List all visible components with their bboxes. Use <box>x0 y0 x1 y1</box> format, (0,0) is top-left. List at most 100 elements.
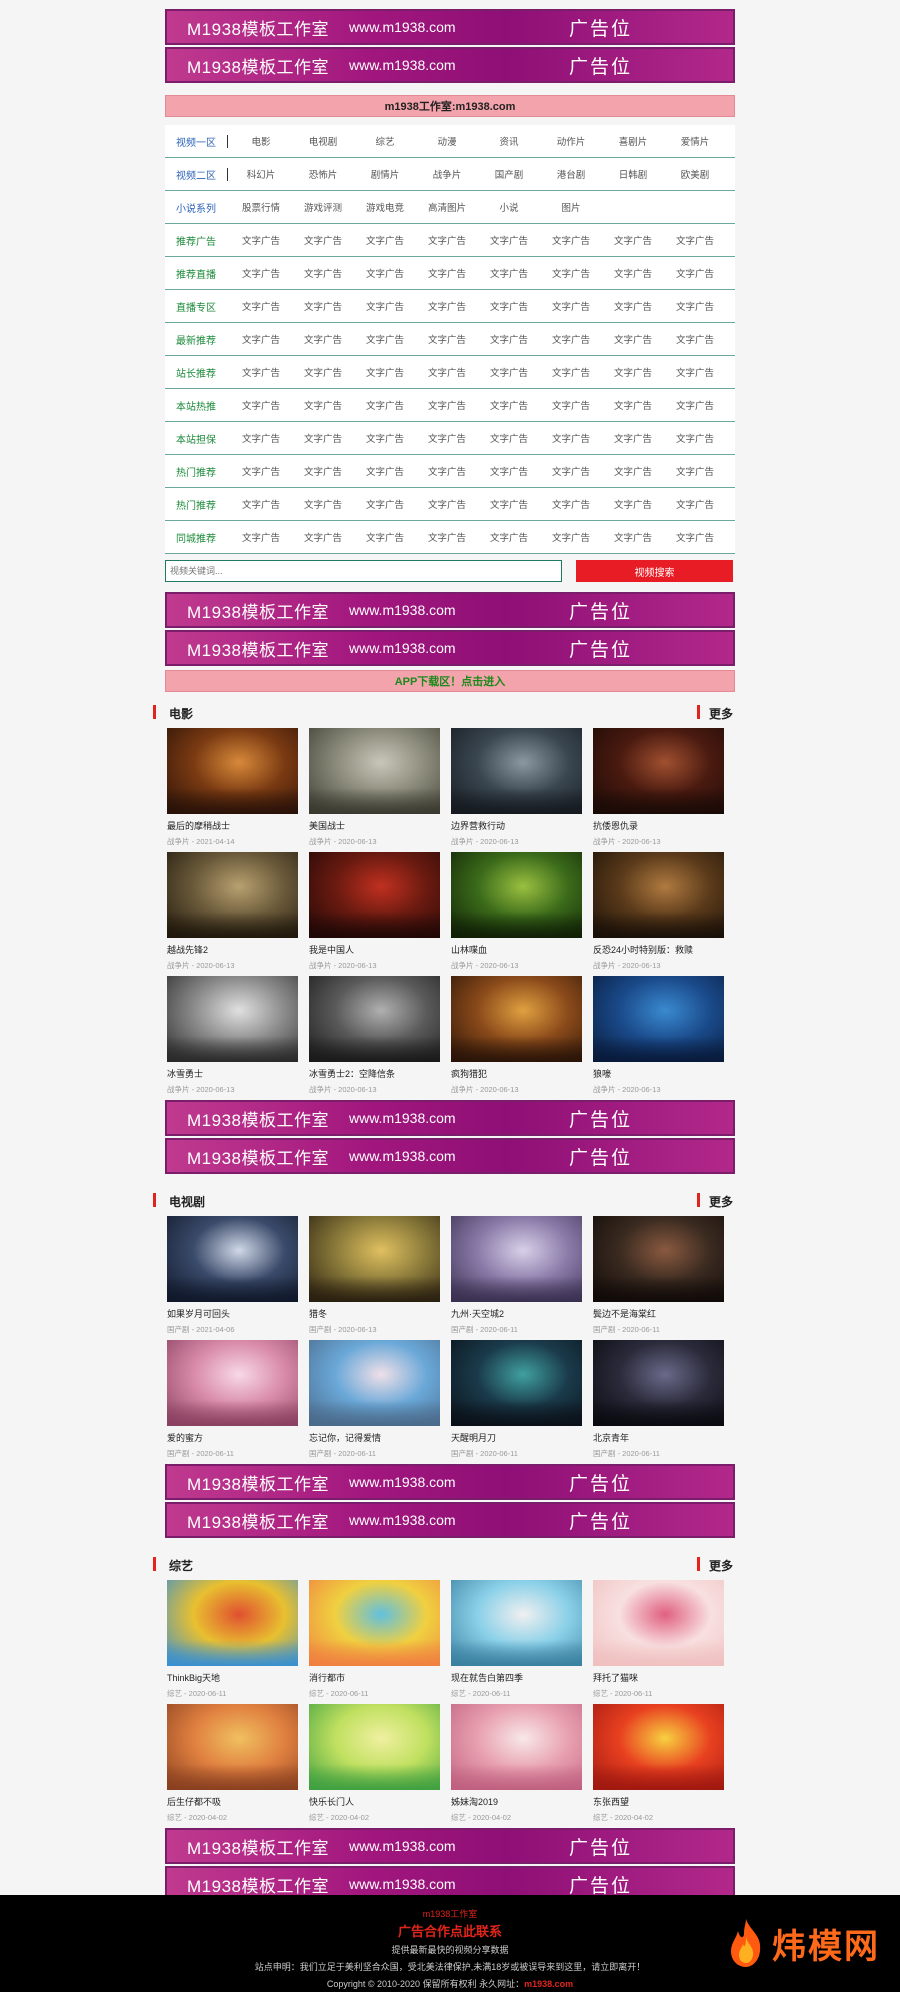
section-more-link[interactable]: 更多 <box>696 1556 735 1574</box>
video-poster[interactable] <box>167 1216 298 1302</box>
nav-link[interactable]: 文字广告 <box>664 332 726 346</box>
video-title[interactable]: 拜托了猫咪 <box>593 1671 724 1684</box>
video-card[interactable]: 天醒明月刀 国产剧 - 2020-06-11 <box>451 1340 582 1464</box>
nav-link[interactable]: 文字广告 <box>354 464 416 478</box>
video-title[interactable]: 北京青年 <box>593 1431 724 1444</box>
video-card[interactable]: 忘记你，记得爱情 国产剧 - 2020-06-11 <box>309 1340 440 1464</box>
nav-link[interactable]: 文字广告 <box>478 299 540 313</box>
video-title[interactable]: 消行都市 <box>309 1671 440 1684</box>
video-card[interactable]: 如果岁月可回头 国产剧 - 2021-04-06 <box>167 1216 298 1340</box>
nav-link[interactable]: 文字广告 <box>540 431 602 445</box>
nav-link[interactable]: 恐怖片 <box>292 167 354 181</box>
nav-link[interactable]: 文字广告 <box>602 530 664 544</box>
nav-link[interactable]: 文字广告 <box>664 365 726 379</box>
nav-link[interactable]: 文字广告 <box>230 332 292 346</box>
nav-link[interactable]: 文字广告 <box>602 299 664 313</box>
section-more-link[interactable]: 更多 <box>696 1192 735 1210</box>
nav-link[interactable]: 游戏电竞 <box>354 200 416 214</box>
video-poster[interactable] <box>309 728 440 814</box>
video-poster[interactable] <box>309 1704 440 1790</box>
search-input[interactable] <box>165 560 562 582</box>
video-poster[interactable] <box>167 728 298 814</box>
nav-link[interactable]: 文字广告 <box>354 266 416 280</box>
nav-link[interactable]: 文字广告 <box>602 398 664 412</box>
nav-link[interactable]: 文字广告 <box>478 332 540 346</box>
video-poster[interactable] <box>309 1216 440 1302</box>
video-title[interactable]: 边界营救行动 <box>451 819 582 832</box>
video-card[interactable]: 反恐24小时特别版：救赎 战争片 - 2020-06-13 <box>593 852 724 976</box>
nav-link[interactable]: 文字广告 <box>292 431 354 445</box>
video-title[interactable]: 山林喋血 <box>451 943 582 956</box>
footer-url[interactable]: m1938.com <box>524 1979 573 1989</box>
nav-link[interactable]: 文字广告 <box>664 497 726 511</box>
nav-link[interactable]: 文字广告 <box>416 497 478 511</box>
nav-link[interactable]: 动作片 <box>540 134 602 148</box>
nav-link[interactable]: 文字广告 <box>478 497 540 511</box>
video-card[interactable]: 九州·天空城2 国产剧 - 2020-06-11 <box>451 1216 582 1340</box>
ad-banner[interactable]: M1938模板工作室 www.m1938.com 广告位 <box>165 1502 735 1538</box>
video-poster[interactable] <box>309 852 440 938</box>
video-card[interactable]: 疯狗猎犯 战争片 - 2020-06-13 <box>451 976 582 1100</box>
video-card[interactable]: 北京青年 国产剧 - 2020-06-11 <box>593 1340 724 1464</box>
video-card[interactable]: 山林喋血 战争片 - 2020-06-13 <box>451 852 582 976</box>
nav-link[interactable]: 文字广告 <box>292 530 354 544</box>
nav-category-label[interactable]: 站长推荐 <box>165 365 227 380</box>
nav-link[interactable]: 文字广告 <box>602 431 664 445</box>
nav-link[interactable]: 文字广告 <box>416 233 478 247</box>
nav-link[interactable]: 文字广告 <box>292 464 354 478</box>
video-title[interactable]: ThinkBig天地 <box>167 1671 298 1684</box>
section-more-link[interactable]: 更多 <box>696 704 735 722</box>
video-poster[interactable] <box>167 976 298 1062</box>
video-poster[interactable] <box>593 976 724 1062</box>
nav-link[interactable]: 文字广告 <box>354 431 416 445</box>
video-title[interactable]: 冰雪勇士 <box>167 1067 298 1080</box>
video-poster[interactable] <box>167 1704 298 1790</box>
video-poster[interactable] <box>451 1216 582 1302</box>
nav-link[interactable]: 文字广告 <box>602 464 664 478</box>
site-logo[interactable]: 炜模网 <box>726 1917 880 1969</box>
nav-link[interactable]: 文字广告 <box>354 332 416 346</box>
nav-link[interactable]: 文字广告 <box>478 365 540 379</box>
nav-link[interactable]: 高清图片 <box>416 200 478 214</box>
nav-category-label[interactable]: 热门推荐 <box>165 497 227 512</box>
video-title[interactable]: 后生仔都不吸 <box>167 1795 298 1808</box>
video-card[interactable]: 最后的摩稍战士 战争片 - 2021-04-14 <box>167 728 298 852</box>
nav-link[interactable]: 文字广告 <box>354 398 416 412</box>
nav-category-label[interactable]: 同城推荐 <box>165 530 227 545</box>
nav-link[interactable]: 文字广告 <box>478 266 540 280</box>
nav-link[interactable]: 文字广告 <box>354 365 416 379</box>
video-title[interactable]: 我是中国人 <box>309 943 440 956</box>
nav-link[interactable]: 文字广告 <box>540 266 602 280</box>
video-title[interactable]: 疯狗猎犯 <box>451 1067 582 1080</box>
ad-banner[interactable]: M1938模板工作室 www.m1938.com 广告位 <box>165 592 735 628</box>
video-poster[interactable] <box>451 1704 582 1790</box>
nav-link[interactable]: 文字广告 <box>540 398 602 412</box>
nav-link[interactable]: 文字广告 <box>664 431 726 445</box>
video-poster[interactable] <box>309 976 440 1062</box>
nav-link[interactable]: 欧美剧 <box>664 167 726 181</box>
video-title[interactable]: 快乐长门人 <box>309 1795 440 1808</box>
ad-banner[interactable]: M1938模板工作室 www.m1938.com 广告位 <box>165 1138 735 1174</box>
nav-category-label[interactable]: 小说系列 <box>165 200 227 215</box>
nav-link[interactable]: 科幻片 <box>230 167 292 181</box>
video-card[interactable]: ThinkBig天地 综艺 - 2020-06-11 <box>167 1580 298 1704</box>
video-card[interactable]: 美国战士 战争片 - 2020-06-13 <box>309 728 440 852</box>
nav-link[interactable]: 文字广告 <box>230 266 292 280</box>
nav-link[interactable]: 文字广告 <box>540 464 602 478</box>
nav-link[interactable]: 文字广告 <box>540 332 602 346</box>
nav-link[interactable]: 文字广告 <box>230 530 292 544</box>
video-title[interactable]: 美国战士 <box>309 819 440 832</box>
nav-link[interactable]: 文字广告 <box>602 497 664 511</box>
nav-link[interactable]: 文字广告 <box>664 530 726 544</box>
nav-link[interactable]: 喜剧片 <box>602 134 664 148</box>
video-title[interactable]: 抗倭恩仇录 <box>593 819 724 832</box>
nav-link[interactable]: 文字广告 <box>478 530 540 544</box>
nav-link[interactable]: 文字广告 <box>416 464 478 478</box>
nav-link[interactable]: 电影 <box>230 134 292 148</box>
video-card[interactable]: 狼嚎 战争片 - 2020-06-13 <box>593 976 724 1100</box>
video-card[interactable]: 消行都市 综艺 - 2020-06-11 <box>309 1580 440 1704</box>
nav-link[interactable]: 文字广告 <box>478 398 540 412</box>
video-title[interactable]: 鬓边不是海棠红 <box>593 1307 724 1320</box>
app-download-bar[interactable]: APP下载区！点击进入 <box>165 670 735 692</box>
video-poster[interactable] <box>451 1340 582 1426</box>
